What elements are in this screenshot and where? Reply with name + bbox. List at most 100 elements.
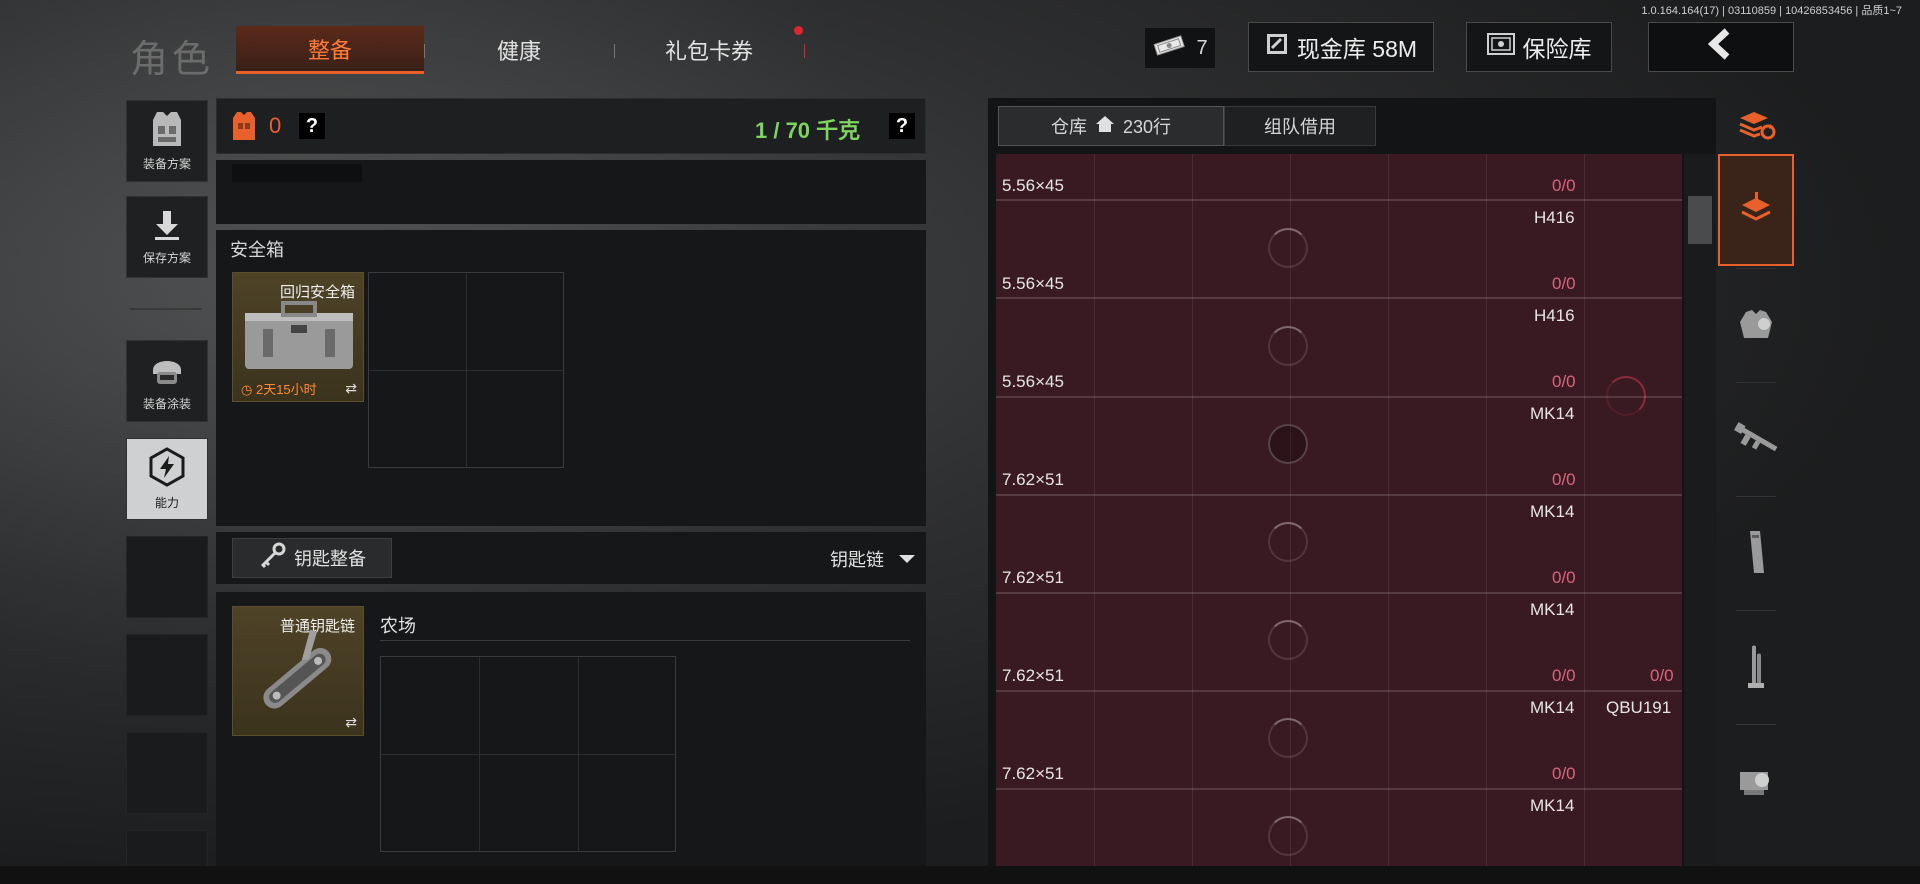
- category-ammo[interactable]: [1718, 612, 1794, 724]
- ability-icon: [147, 447, 187, 490]
- tab-equipment[interactable]: 整备: [236, 26, 424, 74]
- row-weapon: MK14: [1530, 796, 1575, 815]
- tab-health[interactable]: 健康: [424, 26, 614, 74]
- keychain-dropdown[interactable]: 钥匙链: [830, 546, 916, 572]
- row-divider: [996, 592, 1682, 594]
- row-caliber: 7.62×51: [1002, 568, 1064, 587]
- sidebar-item-loadout[interactable]: 装备方案: [126, 100, 208, 182]
- category-rifles[interactable]: [1718, 384, 1794, 496]
- tab-storage[interactable]: 仓库 230行: [998, 106, 1224, 146]
- sidebar-item-save-loadout[interactable]: 保存方案: [126, 196, 208, 278]
- timer-text: 2天15小时: [255, 382, 317, 397]
- bottom-strip: [0, 866, 1920, 884]
- armor-vest-icon: [231, 111, 257, 146]
- row-divider: [996, 199, 1682, 201]
- row-caliber: 5.56×45: [1002, 176, 1064, 195]
- download-icon: [150, 208, 184, 245]
- safebox-grid[interactable]: [368, 272, 564, 468]
- sidebar-item-skins[interactable]: 装备涂装: [126, 340, 208, 422]
- swap-icon[interactable]: ⇄: [345, 714, 357, 731]
- category-divider: [1736, 268, 1776, 269]
- row-caliber: 5.56×45: [1002, 372, 1064, 391]
- rows-count: 230行: [1122, 117, 1172, 137]
- loading-spinner-icon: [1268, 522, 1308, 562]
- safe-case-icon: [239, 299, 359, 380]
- row-count: 0/0: [1552, 372, 1576, 391]
- keychain-dropdown-label: 钥匙链: [830, 550, 884, 570]
- clock-icon: ◷: [241, 382, 253, 397]
- chevron-down-icon: [898, 549, 916, 570]
- sidebar-empty-slot: [126, 536, 208, 618]
- sidebar-empty-slot: [126, 634, 208, 716]
- keychain-grid[interactable]: [380, 656, 676, 852]
- sidebar-divider: [130, 308, 202, 310]
- tab-team-borrow[interactable]: 组队借用: [1224, 106, 1376, 146]
- loading-spinner-icon: [1268, 424, 1308, 464]
- row-weapon: H416: [1534, 306, 1575, 325]
- safebox-item[interactable]: 回归安全箱 ◷ 2天15小时 ⇄: [232, 272, 364, 402]
- row-count: 0/0: [1552, 666, 1576, 685]
- map-label: 农场: [380, 616, 416, 636]
- keychain-item[interactable]: 普通钥匙链 ⇄: [232, 606, 364, 736]
- row-count: 0/0: [1552, 764, 1576, 783]
- loading-spinner-icon: [1268, 228, 1308, 268]
- home-icon: [1095, 115, 1115, 138]
- warehouse-scrollbar[interactable]: [1684, 154, 1716, 884]
- row-count: 0/0: [1552, 568, 1576, 587]
- safebox-timer: ◷ 2天15小时: [241, 379, 317, 398]
- notification-dot: [794, 26, 803, 35]
- weight-help-button[interactable]: ?: [889, 113, 915, 139]
- row-weapon: H416: [1534, 208, 1575, 227]
- armor-icon: [1736, 308, 1776, 345]
- category-armor[interactable]: [1718, 270, 1794, 382]
- sidebar-item-label: 能力: [154, 496, 179, 510]
- row-extra-weapon: QBU191: [1606, 698, 1672, 717]
- sidebar-empty-slot: [126, 732, 208, 814]
- sidebar-item-ability[interactable]: 能力: [126, 438, 208, 520]
- loading-spinner-icon: [1268, 620, 1308, 660]
- loading-spinner-icon: [1268, 718, 1308, 758]
- tab-divider: [804, 44, 805, 58]
- row-caliber: 7.62×51: [1002, 764, 1064, 783]
- category-divider: [1736, 382, 1776, 383]
- safe-vault-button[interactable]: 保险库: [1466, 22, 1612, 72]
- slot-bar: [232, 164, 362, 182]
- category-magazines[interactable]: [1718, 498, 1794, 610]
- key-loadout-button[interactable]: 钥匙整备: [232, 538, 392, 578]
- rifle-icon: [1731, 420, 1781, 461]
- warehouse-tabs: 仓库 230行 组队借用: [998, 106, 1376, 146]
- cash-count: 7: [1196, 36, 1208, 59]
- category-stack-refresh[interactable]: [1718, 98, 1794, 158]
- key-icon: [258, 542, 286, 575]
- category-all[interactable]: [1718, 154, 1794, 266]
- tab-gift-coupons[interactable]: 礼包卡券: [614, 26, 804, 74]
- scrollbar-thumb[interactable]: [1688, 196, 1712, 244]
- cash-vault-button[interactable]: 现金库 58M: [1248, 22, 1434, 72]
- category-divider: [1736, 610, 1776, 611]
- swap-icon[interactable]: ⇄: [345, 380, 357, 397]
- sidebar-item-label: 装备方案: [142, 157, 191, 171]
- help-button[interactable]: ?: [299, 113, 325, 139]
- layers-icon: [1739, 191, 1773, 230]
- safebox-panel: 安全箱 回归安全箱 ◷ 2天15小时 ⇄: [216, 230, 926, 526]
- back-button[interactable]: [1648, 22, 1794, 72]
- page-title: 角色: [130, 37, 215, 81]
- category-attachments[interactable]: [1718, 726, 1794, 838]
- warehouse-grid[interactable]: 5.56×45 0/0 H416 5.56×45 0/0 H416 5.56×4…: [996, 154, 1682, 884]
- loading-spinner-icon: [1268, 326, 1308, 366]
- keys-header-bar: 钥匙整备 钥匙链: [216, 532, 926, 584]
- row-caliber: 7.62×51: [1002, 666, 1064, 685]
- version-text: 1.0.164.164(17) | 03110859 | 10426853456…: [1641, 5, 1902, 17]
- category-divider: [1736, 496, 1776, 497]
- back-arrow-icon: [1705, 28, 1737, 66]
- banknote-icon: [1152, 34, 1186, 62]
- cash-counter[interactable]: 7: [1145, 28, 1215, 68]
- row-divider: [996, 788, 1682, 790]
- keychain-icon: [243, 629, 353, 734]
- key-loadout-label: 钥匙整备: [294, 549, 366, 569]
- row-weapon: MK14: [1530, 698, 1575, 717]
- row-weapon: MK14: [1530, 502, 1575, 521]
- vest-icon: [147, 110, 187, 151]
- row-count: 0/0: [1552, 176, 1576, 195]
- row-divider: [996, 690, 1682, 692]
